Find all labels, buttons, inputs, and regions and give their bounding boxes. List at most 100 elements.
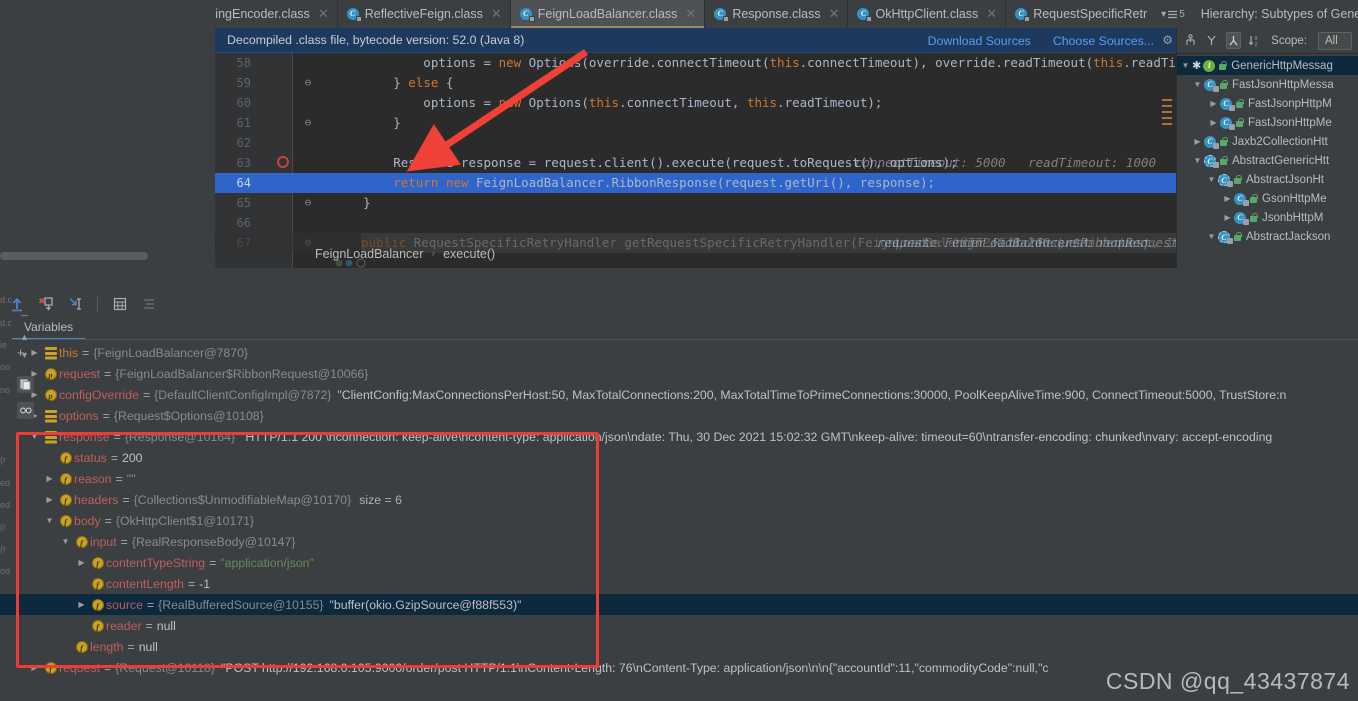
hierarchy-node-generichttpmessage[interactable]: ▼ ✱ I GenericHttpMessag — [1177, 56, 1358, 75]
evaluate-expression-icon[interactable] — [111, 295, 129, 313]
fold-marker[interactable]: ⊖ — [301, 73, 315, 93]
variable-row-reader[interactable]: f reader = null — [0, 615, 1358, 636]
variable-row-input[interactable]: ▼ f input = {RealResponseBody@10147} — [0, 531, 1358, 552]
chevron-down-icon[interactable]: ▼ — [1191, 80, 1204, 89]
tab-overflow-button[interactable]: ▾ 5 — [1155, 0, 1191, 28]
run-to-cursor-icon[interactable] — [66, 295, 84, 313]
scrollbar-thumb[interactable] — [0, 252, 148, 260]
tab-okhttpclient[interactable]: C OkHttpClient.class ✕ — [848, 0, 1006, 28]
code-line-58[interactable]: 58 options = new Options(override.connec… — [215, 53, 1176, 73]
supertypes-icon[interactable] — [1204, 32, 1218, 49]
chevron-right-icon[interactable]: ▶ — [1207, 118, 1220, 127]
sort-alphabetically-icon[interactable]: az — [1248, 32, 1262, 49]
chevron-right-icon[interactable]: ▶ — [42, 474, 57, 483]
variable-row-reason[interactable]: ▶ f reason = "" — [0, 468, 1358, 489]
editor-marker-strip[interactable] — [1162, 53, 1172, 268]
force-step-into-icon[interactable] — [37, 295, 55, 313]
tab-requestspecificretry[interactable]: C RequestSpecificRetr — [1006, 0, 1155, 28]
chevron-down-icon[interactable]: ▼ — [1191, 156, 1204, 165]
hierarchy-node-fastjsonhttpme[interactable]: ▶ C FastJsonHttpMe — [1177, 113, 1358, 132]
watches-icon[interactable] — [17, 402, 34, 419]
variable-row-contenttypestring[interactable]: ▶ f contentTypeString = "application/jso… — [0, 552, 1358, 573]
editor-horizontal-scrollbar[interactable] — [0, 252, 212, 261]
code-line-65[interactable]: 65 ⊖ } — [215, 193, 1176, 213]
hierarchy-node-fastjsonhttpmessage[interactable]: ▼ C FastJsonHttpMessa — [1177, 75, 1358, 94]
chevron-down-icon[interactable]: ▼ — [1205, 175, 1218, 184]
tab-label: oringEncoder.class — [204, 7, 310, 21]
chevron-down-icon[interactable]: ▼ — [58, 537, 73, 546]
minimize-icon[interactable]: ─ — [18, 308, 31, 321]
code-line-62[interactable]: 62 — [215, 133, 1176, 153]
hierarchy-node-gsonhttpme[interactable]: ▶ C GsonHttpMe — [1177, 189, 1358, 208]
line-number: 61 — [215, 113, 257, 133]
collapse-up-icon[interactable]: ▲ — [18, 330, 31, 343]
chevron-right-icon[interactable]: ▶ — [1221, 194, 1234, 203]
subtypes-icon[interactable] — [1226, 32, 1241, 49]
fold-marker[interactable]: ⊖ — [301, 193, 315, 213]
copy-value-icon[interactable] — [17, 376, 34, 393]
variable-row-contentlength[interactable]: f contentLength = -1 — [0, 573, 1358, 594]
chevron-right-icon[interactable]: ▶ — [1207, 99, 1220, 108]
close-icon[interactable]: ✕ — [685, 6, 696, 22]
tab-reflectivefeign[interactable]: C ReflectiveFeign.class ✕ — [338, 0, 511, 28]
hierarchy-node-abstractgenerichttp[interactable]: ▼ C AbstractGenericHtt — [1177, 151, 1358, 170]
variable-row-length[interactable]: f length = null — [0, 636, 1358, 657]
settings-list-icon[interactable] — [140, 295, 158, 313]
code-line-60[interactable]: 60 options = new Options(this.connectTim… — [215, 93, 1176, 113]
variable-ref: {RealBufferedSource@10155} — [158, 598, 323, 612]
hierarchy-node-jsonbhttpm[interactable]: ▶ C JsonbHttpM — [1177, 208, 1358, 227]
chevron-right-icon[interactable]: ▶ — [1221, 213, 1234, 222]
variables-tree[interactable]: + ▶ this = {FeignLoadBalancer@7870} ▶ p … — [0, 342, 1358, 687]
code-line-63[interactable]: 63 Response response = request.client().… — [215, 153, 1176, 173]
breadcrumb-class[interactable]: FeignLoadBalancer — [315, 247, 423, 261]
tab-springencoder[interactable]: oringEncoder.class ✕ — [195, 0, 338, 28]
close-icon[interactable]: ✕ — [986, 6, 997, 22]
variable-row-request-field[interactable]: ▶ f request = {Request@10118} "POST http… — [0, 657, 1358, 678]
variable-row-status[interactable]: f status = 200 — [0, 447, 1358, 468]
hierarchy-node-fastjsonphttpm[interactable]: ▶ C FastJsonpHttpM — [1177, 94, 1358, 113]
chevron-down-icon[interactable]: ▼ — [1205, 232, 1218, 241]
variable-row-options[interactable]: ▶ options = {Request$Options@10108} — [0, 405, 1358, 426]
variable-row-body[interactable]: ▼ f body = {OkHttpClient$1@10171} — [0, 510, 1358, 531]
equals-sign: = — [128, 640, 135, 654]
collapse-down-icon[interactable]: ▼ — [18, 348, 31, 361]
type-hierarchy-icon[interactable] — [1183, 32, 1197, 49]
code-line-64[interactable]: 64 return new FeignLoadBalancer.RibbonRe… — [215, 173, 1176, 193]
code-line-66[interactable]: 66 — [215, 213, 1176, 233]
close-icon[interactable]: ✕ — [318, 6, 329, 22]
tab-feignloadbalancer[interactable]: C FeignLoadBalancer.class ✕ — [511, 0, 706, 28]
gear-icon[interactable]: ⚙ — [1162, 33, 1173, 47]
breadcrumb[interactable]: FeignLoadBalancer › execute() — [215, 243, 495, 265]
variable-row-request-param[interactable]: ▶ p request = {FeignLoadBalancer$RibbonR… — [0, 363, 1358, 384]
close-icon[interactable]: ✕ — [491, 6, 502, 22]
variable-row-headers[interactable]: ▶ f headers = {Collections$UnmodifiableM… — [0, 489, 1358, 510]
variable-row-this[interactable]: + ▶ this = {FeignLoadBalancer@7870} — [0, 342, 1358, 363]
variable-row-source[interactable]: ▶ f source = {RealBufferedSource@10155} … — [0, 594, 1358, 615]
code-line-61[interactable]: 61 ⊖ } — [215, 113, 1176, 133]
breakpoint-icon[interactable] — [277, 156, 289, 168]
chevron-right-icon[interactable]: ▶ — [74, 600, 89, 609]
field-icon: f — [73, 641, 90, 653]
variable-row-configoverride[interactable]: ▶ p configOverride = {DefaultClientConfi… — [0, 384, 1358, 405]
choose-sources-link[interactable]: Choose Sources... — [1053, 34, 1154, 48]
hierarchy-tree[interactable]: ▼ ✱ I GenericHttpMessag ▼ C FastJsonHttp… — [1177, 54, 1358, 246]
chevron-right-icon[interactable]: ▶ — [1191, 137, 1204, 146]
hierarchy-node-abstractjsonhttp[interactable]: ▼ C AbstractJsonHt — [1177, 170, 1358, 189]
chevron-down-icon[interactable]: ▼ — [42, 516, 57, 525]
breadcrumb-method[interactable]: execute() — [443, 247, 495, 261]
equals-sign: = — [188, 577, 195, 591]
scope-select[interactable]: All — [1318, 32, 1352, 50]
fold-marker[interactable]: ⊖ — [301, 113, 315, 133]
chevron-right-icon[interactable]: ▶ — [74, 558, 89, 567]
close-icon[interactable]: ✕ — [829, 6, 840, 22]
hierarchy-node-abstractjackson[interactable]: ▼ C AbstractJackson — [1177, 227, 1358, 246]
chevron-right-icon[interactable]: ▶ — [42, 495, 57, 504]
code-line-59[interactable]: 59 ⊖ } else { — [215, 73, 1176, 93]
chevron-down-icon[interactable]: ▼ — [1179, 61, 1192, 70]
code-lines[interactable]: 58 options = new Options(override.connec… — [215, 53, 1176, 268]
variable-name: request — [59, 367, 100, 381]
tab-response[interactable]: C Response.class ✕ — [705, 0, 848, 28]
hierarchy-node-jaxb2collectionhttp[interactable]: ▶ C Jaxb2CollectionHtt — [1177, 132, 1358, 151]
variable-row-response[interactable]: ▼ response = {Response@10164} "HTTP/1.1 … — [0, 426, 1358, 447]
download-sources-link[interactable]: Download Sources — [928, 34, 1031, 48]
